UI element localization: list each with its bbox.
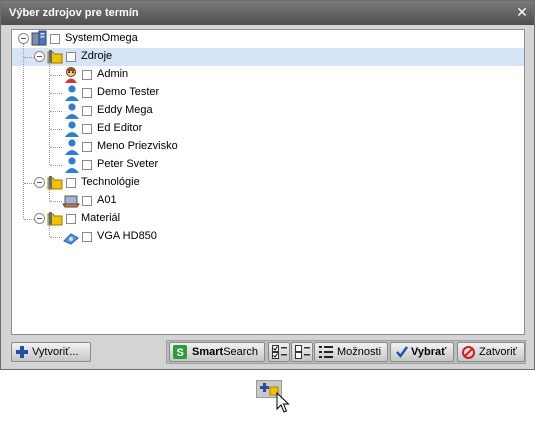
tree-checkbox[interactable] — [66, 52, 76, 62]
tree-item-label: Peter Sveter — [97, 158, 159, 170]
tree-guide-line — [49, 62, 50, 165]
checkmark-icon — [396, 346, 408, 358]
tree-checkbox[interactable] — [82, 196, 92, 206]
create-label: Vytvoriť... — [32, 346, 79, 358]
tree-guide-line — [24, 183, 34, 184]
smartsearch-icon: S — [173, 345, 187, 359]
tree-row[interactable]: VGA HD850 — [12, 228, 524, 246]
tree-item-label: Admin — [97, 68, 129, 80]
mouse-cursor-icon — [276, 392, 290, 413]
check-all-button[interactable] — [268, 342, 290, 362]
tree-row[interactable]: Demo Tester — [12, 84, 524, 102]
check-all-icon — [272, 345, 287, 359]
tree-item-label: Ed Editor — [97, 122, 143, 134]
tree-guide-line — [24, 57, 34, 58]
tree-guide-line — [50, 165, 62, 166]
button-bar: Vytvoriť... S SmartSearch Možnosti Vybra… — [1, 340, 535, 364]
user-icon — [65, 85, 79, 101]
tree-guide-line — [50, 201, 62, 202]
tree-item-label: Materiál — [81, 212, 121, 224]
close-button[interactable]: Zatvoriť — [457, 342, 525, 362]
system-icon — [31, 30, 47, 46]
tree-guide-line — [50, 147, 62, 148]
select-button[interactable]: Vybrať — [390, 342, 454, 362]
user-icon — [65, 103, 79, 119]
tree-item-label: A01 — [97, 194, 117, 206]
create-button[interactable]: Vytvoriť... — [11, 342, 91, 362]
plus-icon — [16, 346, 28, 358]
tree-row[interactable]: Meno Priezvisko — [12, 138, 524, 156]
admin-user-icon — [65, 67, 77, 83]
user-icon — [65, 157, 79, 173]
tree-checkbox[interactable] — [82, 106, 92, 116]
tree-guide-line — [50, 129, 62, 130]
tree-row[interactable]: SystemOmega — [12, 30, 524, 48]
tree-checkbox[interactable] — [66, 178, 76, 188]
tree-row[interactable]: Admin — [12, 66, 524, 84]
smartsearch-label-rest: Search — [223, 346, 259, 358]
tree-row[interactable]: Materiál — [12, 210, 524, 228]
close-label: Zatvoriť — [479, 346, 517, 358]
tree-row[interactable]: Peter Sveter — [12, 156, 524, 174]
tree-checkbox[interactable] — [82, 124, 92, 134]
tree-guide-line — [24, 219, 34, 220]
tree-item-label: Technológie — [81, 176, 140, 188]
tree-row[interactable]: Ed Editor — [12, 120, 524, 138]
collapse-toggle-icon[interactable] — [18, 33, 29, 44]
device-icon — [63, 233, 79, 245]
tree-row[interactable]: Eddy Mega — [12, 102, 524, 120]
tree-checkbox[interactable] — [82, 142, 92, 152]
select-label: Vybrať — [411, 346, 447, 358]
list-icon — [319, 346, 333, 358]
tree-item-label: Eddy Mega — [97, 104, 153, 116]
collapse-toggle-icon[interactable] — [34, 177, 45, 188]
dialog-titlebar[interactable]: Výber zdrojov pre termín ✕ — [1, 1, 534, 25]
tree-guide-line — [50, 111, 62, 112]
tree-checkbox[interactable] — [50, 34, 60, 44]
close-icon[interactable]: ✕ — [515, 5, 529, 19]
uncheck-all-icon — [295, 345, 310, 359]
tree-row[interactable]: Zdroje — [12, 48, 524, 66]
tree-guide-line — [50, 237, 62, 238]
tree-item-label: Zdroje — [81, 50, 113, 62]
tree-checkbox[interactable] — [66, 214, 76, 224]
tree-checkbox[interactable] — [82, 232, 92, 242]
resource-dialog: Výber zdrojov pre termín ✕ SystemOmega Zd… — [0, 0, 535, 370]
tree-item-label: Demo Tester — [97, 86, 160, 98]
tree-guide-line — [50, 93, 62, 94]
tree-guide-line — [49, 188, 50, 201]
svg-text:S: S — [177, 347, 184, 359]
uncheck-all-button[interactable] — [291, 342, 313, 362]
tree-checkbox[interactable] — [82, 70, 92, 80]
resource-tree: SystemOmega Zdroje Admin Demo Tester Eddy Me… — [11, 29, 525, 335]
tree-checkbox[interactable] — [82, 160, 92, 170]
tree-row[interactable]: Technológie — [12, 174, 524, 192]
options-button[interactable]: Možnosti — [314, 342, 388, 362]
user-icon — [65, 121, 79, 137]
collapse-toggle-icon[interactable] — [34, 213, 45, 224]
collapse-toggle-icon[interactable] — [34, 51, 45, 62]
user-icon — [65, 139, 79, 155]
tree-item-label: VGA HD850 — [97, 230, 157, 242]
tree-item-label: SystemOmega — [65, 32, 138, 44]
cancel-icon — [462, 346, 475, 359]
options-label: Možnosti — [337, 346, 382, 358]
tree-guide-line — [50, 75, 62, 76]
smartsearch-label-bold: Smart — [192, 346, 224, 358]
tree-guide-line — [49, 224, 50, 237]
tree-checkbox[interactable] — [82, 88, 92, 98]
tree-item-label: Meno Priezvisko — [97, 140, 178, 152]
tree-guide-line — [23, 44, 24, 219]
laptop-icon — [62, 195, 80, 208]
smartsearch-button[interactable]: S SmartSearch — [169, 342, 265, 362]
dialog-title: Výber zdrojov pre termín — [9, 7, 139, 19]
tree-row[interactable]: A01 — [12, 192, 524, 210]
